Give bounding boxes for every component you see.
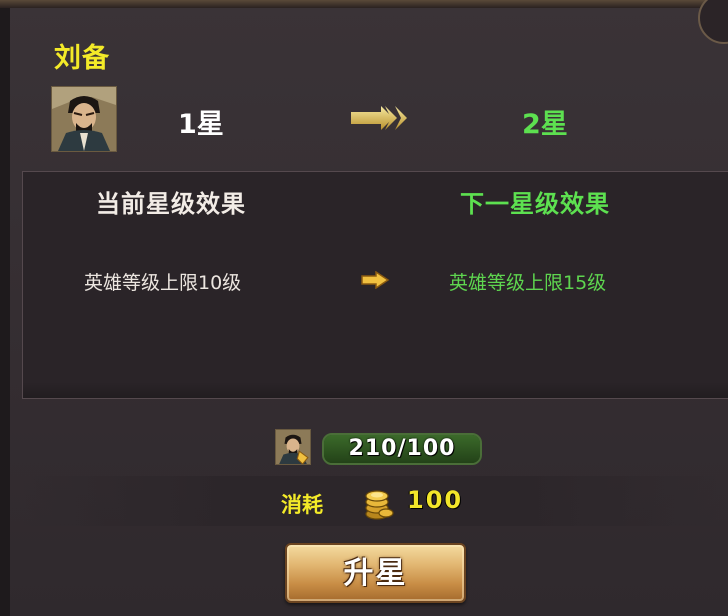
upgrade-star-label: 升星: [343, 556, 408, 591]
gold-coin-icon: [365, 490, 394, 520]
next-star-level: 2星: [522, 109, 568, 140]
current-effect-title: 当前星级效果: [96, 190, 246, 218]
next-effect-value: 英雄等级上限15级: [449, 272, 607, 294]
upgrade-star-button[interactable]: 升星: [285, 543, 466, 603]
hero-portrait: [51, 86, 117, 152]
cost-label: 消耗: [281, 493, 323, 517]
hero-fragment-icon: [275, 429, 311, 465]
cost-value: 100: [407, 486, 464, 514]
fragment-progress-bar: 210/100: [322, 433, 482, 465]
hero-fragment-portrait-icon: [276, 430, 310, 464]
triple-arrow-icon: [351, 106, 407, 130]
close-button[interactable]: [698, 0, 728, 44]
next-effect-title: 下一星级效果: [460, 190, 610, 218]
current-star-level: 1星: [178, 109, 224, 140]
fragment-progress-text: 210/100: [348, 436, 456, 461]
current-effect-value: 英雄等级上限10级: [84, 272, 242, 294]
hero-portrait-icon: [52, 87, 116, 151]
hero-name: 刘备: [54, 43, 110, 74]
arrow-right-icon: [361, 271, 390, 289]
